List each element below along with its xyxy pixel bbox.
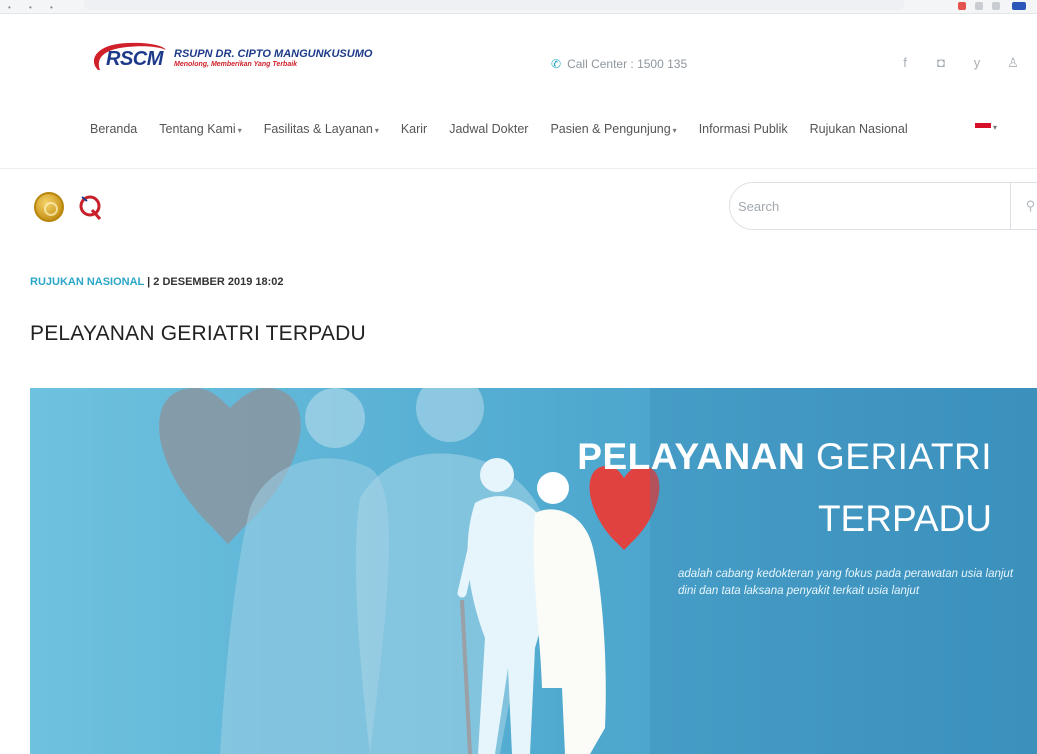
main-nav: Beranda Tentang Kami ▾ Fasilitas & Layana…: [90, 122, 930, 136]
banner-title: PELAYANAN GERIATRI: [577, 436, 992, 478]
instagram-icon[interactable]: ◘: [934, 55, 948, 71]
indonesia-flag-icon: [975, 123, 991, 132]
nav-item-jadwal-dokter[interactable]: Jadwal Dokter: [449, 122, 528, 136]
article-category-link[interactable]: RUJUKAN NASIONAL: [30, 276, 144, 288]
hospital-tagline: Menolong, Memberikan Yang Terbaik: [174, 61, 298, 68]
quality-badge-icon[interactable]: [78, 193, 104, 221]
nav-item-pasien-pengunjung[interactable]: Pasien & Pengunjung ▾: [550, 122, 676, 136]
page: • • • RSCM RSUPN DR. CIPTO MANGUNKUSUMO …: [0, 0, 1037, 754]
banner-title-line2: TERPADU: [817, 498, 992, 539]
site-logo[interactable]: RSCM RSUPN DR. CIPTO MANGUNKUSUMO Menolo…: [88, 40, 372, 76]
phone-icon: ✆: [551, 57, 562, 71]
nav-item-label: Beranda: [90, 122, 138, 136]
call-center-text: Call Center : 1500 135: [567, 57, 688, 71]
extension-icon[interactable]: [992, 2, 1000, 10]
search-icon: ⚲: [1025, 198, 1036, 213]
nav-item-label: Pasien & Pengunjung: [550, 122, 671, 136]
accreditation-badge-icon[interactable]: [34, 192, 64, 222]
social-links: f ◘ y ♙: [898, 55, 1020, 71]
extension-icon[interactable]: [958, 2, 966, 10]
header-divider: [0, 168, 1037, 169]
profile-icon[interactable]: [1012, 2, 1026, 10]
nav-item-label: Jadwal Dokter: [449, 122, 529, 136]
chevron-down-icon: ▾: [237, 126, 242, 135]
chevron-down-icon: ▾: [374, 126, 379, 135]
twitter-icon[interactable]: y: [970, 55, 984, 71]
youtube-icon[interactable]: ♙: [1006, 55, 1020, 71]
nav-item-fasilitas-layanan[interactable]: Fasilitas & Layanan ▾: [264, 122, 379, 136]
nav-item-label: Rujukan Nasional: [809, 122, 908, 136]
nav-item-rujukan-nasional[interactable]: Rujukan Nasional: [810, 122, 908, 136]
banner-title-bold: PELAYANAN: [577, 436, 806, 477]
search-box: ⚲: [729, 182, 1037, 230]
chevron-down-icon: ▾: [993, 123, 998, 132]
nav-item-beranda[interactable]: Beranda: [90, 122, 137, 136]
nav-item-tentang-kami[interactable]: Tentang Kami ▾: [159, 122, 241, 136]
nav-item-label: Fasilitas & Layanan: [263, 122, 373, 136]
search-input[interactable]: [738, 195, 998, 217]
search-button[interactable]: ⚲: [1010, 183, 1037, 229]
banner-subtitle: adalah cabang kedokteran yang fokus pada…: [678, 568, 1014, 597]
article-meta: RUJUKAN NASIONAL | 2 DESEMBER 2019 18:02: [30, 276, 284, 288]
extension-icon[interactable]: [975, 2, 983, 10]
nav-item-label: Karir: [400, 122, 428, 136]
nav-item-karir[interactable]: Karir: [401, 122, 427, 136]
browser-nav-buttons[interactable]: • • •: [8, 3, 61, 12]
article-date: | 2 DESEMBER 2019 18:02: [147, 276, 284, 288]
chevron-down-icon: ▾: [672, 126, 677, 135]
article-banner-image: PELAYANAN GERIATRI TERPADU adalah cabang…: [30, 388, 1037, 754]
language-selector[interactable]: ▾: [975, 123, 997, 132]
hospital-name: RSUPN DR. CIPTO MANGUNKUSUMO: [174, 48, 373, 60]
nav-item-informasi-publik[interactable]: Informasi Publik: [699, 122, 788, 136]
call-center[interactable]: ✆ Call Center : 1500 135: [551, 57, 687, 71]
address-bar[interactable]: [84, 0, 904, 10]
banner-title-light: GERIATRI: [816, 436, 992, 477]
article-title: PELAYANAN GERIATRI TERPADU: [30, 322, 366, 345]
nav-item-label: Informasi Publik: [698, 122, 788, 136]
rscm-logo-mark: RSCM: [88, 40, 168, 76]
nav-item-label: Tentang Kami: [159, 122, 236, 136]
logo-mark-text: RSCM: [106, 48, 163, 70]
browser-toolbar: • • •: [0, 0, 1037, 14]
facebook-icon[interactable]: f: [898, 55, 912, 71]
